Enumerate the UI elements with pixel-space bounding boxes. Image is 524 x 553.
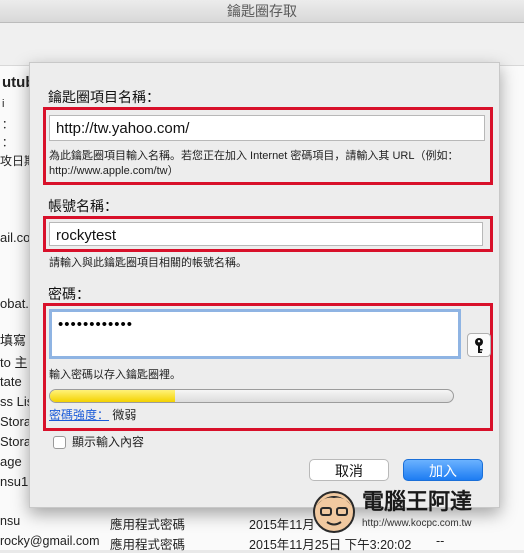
row-account: nsu <box>0 514 21 528</box>
background-item[interactable]: nsu1 <box>0 474 28 489</box>
account-field[interactable]: rockytest <box>49 222 483 246</box>
show-password-checkbox[interactable] <box>53 436 66 449</box>
new-keychain-item-sheet: 鑰匙圈項目名稱： http://tw.yahoo.com/ 為此鑰匙圈項目輸入名… <box>29 62 500 508</box>
password-label: 密碼： <box>48 286 90 302</box>
item-name-hint: 為此鑰匙圈項目輸入名稱。若您正在加入 Internet 密碼項目，請輸入其 UR… <box>49 150 459 177</box>
account-hint: 請輸入與此鑰匙圈項目相關的帳號名稱。 <box>49 257 247 269</box>
watermark-url: http://www.kocpc.com.tw <box>362 518 472 529</box>
row-kind: 應用程式密碼 <box>110 538 186 552</box>
add-button[interactable]: 加入 <box>403 459 483 481</box>
watermark-logo: 電腦王阿達 http://www.kocpc.com.tw <box>310 482 500 542</box>
password-strength-meter <box>49 389 454 403</box>
background-item[interactable]: to 主 <box>0 352 27 371</box>
row-date: 2015年11月 <box>249 518 315 532</box>
show-password-label: 顯示輸入內容 <box>72 435 145 449</box>
item-name-field[interactable]: http://tw.yahoo.com/ <box>49 115 485 141</box>
password-strength-fill <box>50 390 175 402</box>
watermark-title: 電腦王阿達 <box>362 489 473 514</box>
account-label: 帳號名稱： <box>48 198 118 214</box>
window-titlebar: 鑰匙圈存取 <box>0 0 524 23</box>
background-item[interactable]: age <box>0 454 22 469</box>
row-account: rocky@gmail.com <box>0 534 100 548</box>
key-icon <box>475 338 483 353</box>
background-colon-3: ： <box>2 137 13 149</box>
password-strength-value: 微弱 <box>112 408 137 422</box>
window-title: 鑰匙圈存取 <box>227 3 297 19</box>
background-colon-2: ： <box>2 119 13 131</box>
background-colon-1: i <box>2 98 5 110</box>
background-item[interactable]: Stora <box>0 414 31 429</box>
cancel-button[interactable]: 取消 <box>309 459 389 481</box>
background-toolbar <box>0 23 524 66</box>
password-hint: 輸入密碼以存入鑰匙圈裡。 <box>49 369 181 381</box>
row-kind: 應用程式密碼 <box>110 518 186 532</box>
background-item[interactable]: 填寫 <box>0 330 26 349</box>
password-assistant-button[interactable] <box>467 333 491 357</box>
password-strength-link[interactable]: 密碼強度： <box>49 408 109 422</box>
background-item[interactable]: tate <box>0 374 22 389</box>
background-item[interactable]: Stora <box>0 434 31 449</box>
item-name-label: 鑰匙圈項目名稱： <box>48 89 160 105</box>
password-strength-row: 密碼強度： 微弱 <box>49 408 136 423</box>
password-field[interactable]: •••••••••••• <box>49 309 461 359</box>
